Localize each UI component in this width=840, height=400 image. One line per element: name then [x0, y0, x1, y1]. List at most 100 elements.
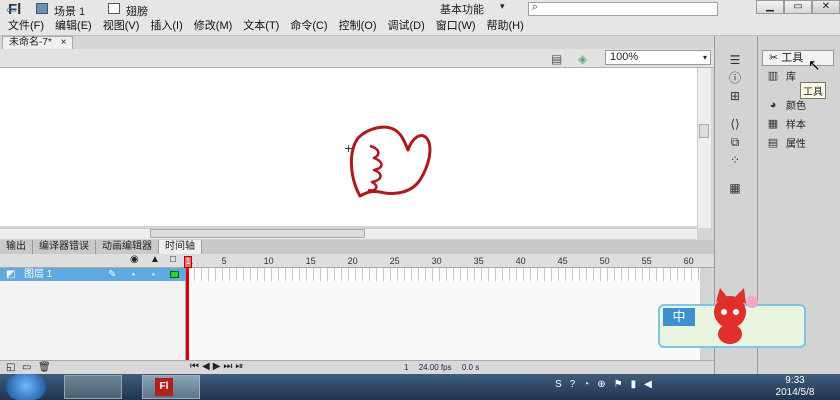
menu-item[interactable]: 窗口(W) [434, 17, 485, 33]
pencil-icon[interactable]: ✎ [108, 268, 116, 281]
ruler-tick-label: 25 [389, 256, 400, 266]
fox-mascot-icon [714, 288, 758, 344]
document-tab-title: 未命名-7* [9, 37, 52, 48]
panel-tab[interactable]: 输出 [0, 240, 33, 254]
mouse-cursor-icon: ↖ [808, 57, 821, 74]
symbol-breadcrumb[interactable]: 翅膀 [126, 3, 148, 19]
back-arrow-icon[interactable]: ⇦ [6, 2, 17, 18]
frame-row[interactable] [188, 268, 700, 281]
ruler-tick-label: 5 [221, 256, 227, 266]
add-icon[interactable]: ⊕ [597, 379, 605, 390]
menu-item[interactable]: 视图(V) [101, 17, 149, 33]
properties-panel-item[interactable]: ▤ 属性 [766, 135, 806, 150]
ruler-tick-label: 60 [683, 256, 694, 266]
volume-icon[interactable]: ◀ [644, 379, 652, 390]
panel-tabs: 输出 编译器错误 动画编辑器 时间轴 [0, 240, 714, 254]
current-frame: 1 [404, 363, 409, 372]
search-input[interactable]: ⌕ [528, 1, 718, 16]
menu-item[interactable]: 插入(I) [148, 17, 191, 33]
tools-panel-item[interactable]: ✂ 工具 [762, 50, 834, 66]
document-tab[interactable]: 未命名-7* × [2, 36, 74, 49]
lock-dot[interactable]: • [152, 268, 155, 281]
swatches-panel-item[interactable]: ▦ 样本 [766, 116, 806, 131]
layer-row[interactable]: ◩ 图层 1 ✎ • • [0, 268, 186, 281]
lock-icon[interactable]: ▲ [150, 254, 160, 265]
menu-item[interactable]: 修改(M) [192, 17, 242, 33]
menu-item[interactable]: 帮助(H) [485, 17, 533, 33]
menu-item[interactable]: 编辑(E) [53, 17, 101, 33]
timeline-status: 1 24.00 fps 0.0 s [404, 363, 487, 372]
search-icon: ⌕ [532, 1, 539, 13]
visibility-dot[interactable]: • [132, 268, 135, 281]
panel-tab[interactable]: 编译器错误 [33, 240, 96, 254]
playhead-handle[interactable]: 1 [184, 256, 192, 268]
motion-presets-icon[interactable]: ⁘ [727, 154, 743, 166]
chevron-down-icon: ▾ [702, 53, 707, 62]
tools-icon: ✂ [769, 52, 782, 64]
playback-controls[interactable]: ⏮◀▶⏭⏯ [190, 361, 246, 372]
outline-icon[interactable]: □ [170, 254, 176, 265]
edit-symbols-icon[interactable]: ▤ [551, 52, 562, 66]
help-icon[interactable]: ? [570, 379, 576, 390]
frames-area[interactable] [188, 268, 700, 360]
eye-icon[interactable]: ◉ [130, 254, 139, 265]
system-clock[interactable]: 9:33 2014/5/8 [766, 375, 824, 399]
panel-tab[interactable]: 时间轴 [159, 240, 202, 254]
network-icon[interactable]: ◔ [583, 379, 589, 390]
transform-icon[interactable]: ⊞ [727, 90, 743, 102]
ruler-tick-label: 45 [557, 256, 568, 266]
layer-name: 图层 1 [24, 269, 53, 280]
new-layer-icon[interactable]: ◱ [6, 362, 15, 373]
frame-rate[interactable]: 24.00 fps [419, 363, 452, 372]
code-icon[interactable]: ⟨⟩ [727, 118, 743, 130]
components-icon[interactable]: ⧉ [727, 136, 743, 148]
close-tab-icon[interactable]: × [61, 37, 67, 48]
timeline-toolbar: ◱ ▭ 🗑 ⏮◀▶⏭⏯ [0, 360, 714, 374]
system-tray: S ? ◔ ⊕ ⚑ ▮ ◀ [555, 379, 652, 390]
swatches-icon: ▦ [767, 118, 779, 130]
color-icon: ◕ [769, 98, 777, 111]
zoom-select[interactable]: 100% ▾ [605, 50, 711, 65]
scene-breadcrumb[interactable]: 场景 1 [54, 3, 85, 19]
menu-item[interactable]: 文件(F) [6, 17, 53, 33]
outline-color-box[interactable] [170, 271, 179, 278]
menu-item[interactable]: 文本(T) [241, 17, 288, 33]
ruler-tick-label: 20 [347, 256, 358, 266]
flag-icon[interactable]: ⚑ [614, 379, 623, 390]
delete-icon[interactable]: 🗑 [38, 362, 51, 373]
panel-tab[interactable]: 动画编辑器 [96, 240, 159, 254]
scene-icon [36, 3, 48, 14]
menu-bar: 文件(F) 编辑(E) 视图(V) 插入(I) 修改(M) 文本(T) 命令(C) 控制(O)… [6, 17, 533, 33]
timeline-ruler[interactable]: 151015202530354045505560 [188, 256, 698, 268]
vertical-scroll-thumb[interactable] [699, 124, 709, 138]
start-button[interactable] [6, 374, 46, 400]
minimize-button[interactable]: ▁ [756, 0, 784, 14]
history-icon[interactable]: ▦ [727, 182, 743, 194]
ime-mode-button[interactable]: 中 [663, 308, 695, 326]
align-icon[interactable]: ☰ [727, 54, 743, 66]
signal-icon[interactable]: ▮ [631, 379, 637, 390]
ruler-tick-label: 55 [641, 256, 652, 266]
menu-item[interactable]: 调试(D) [386, 17, 434, 33]
wing-feather-edge [367, 144, 383, 192]
horizontal-scroll-thumb[interactable] [150, 229, 365, 238]
ruler-tick-label: 15 [305, 256, 316, 266]
color-panel-item[interactable]: ◕ 颜色 [766, 97, 806, 113]
chevron-down-icon[interactable]: ▾ [500, 1, 505, 12]
tray-s-icon[interactable]: S [555, 379, 562, 390]
clock-date: 2014/5/8 [775, 387, 815, 398]
edit-scene-icon[interactable]: ◈ [578, 52, 587, 66]
vertical-scrollbar[interactable] [697, 68, 711, 228]
maximize-button[interactable]: ▭ [784, 0, 812, 14]
menu-item[interactable]: 控制(O) [337, 17, 386, 33]
info-icon[interactable]: ⓘ [727, 72, 743, 84]
new-folder-icon[interactable]: ▭ [22, 362, 31, 373]
playhead[interactable] [186, 256, 189, 366]
taskbar [0, 374, 840, 400]
close-button[interactable]: ✕ [812, 0, 840, 14]
library-panel-item[interactable]: ▥ 库 [766, 68, 796, 83]
stage-canvas[interactable]: + [0, 68, 697, 226]
taskbar-app-button[interactable] [64, 375, 122, 399]
menu-item[interactable]: 命令(C) [288, 17, 336, 33]
workspace-switcher[interactable]: 基本功能 [440, 1, 484, 17]
